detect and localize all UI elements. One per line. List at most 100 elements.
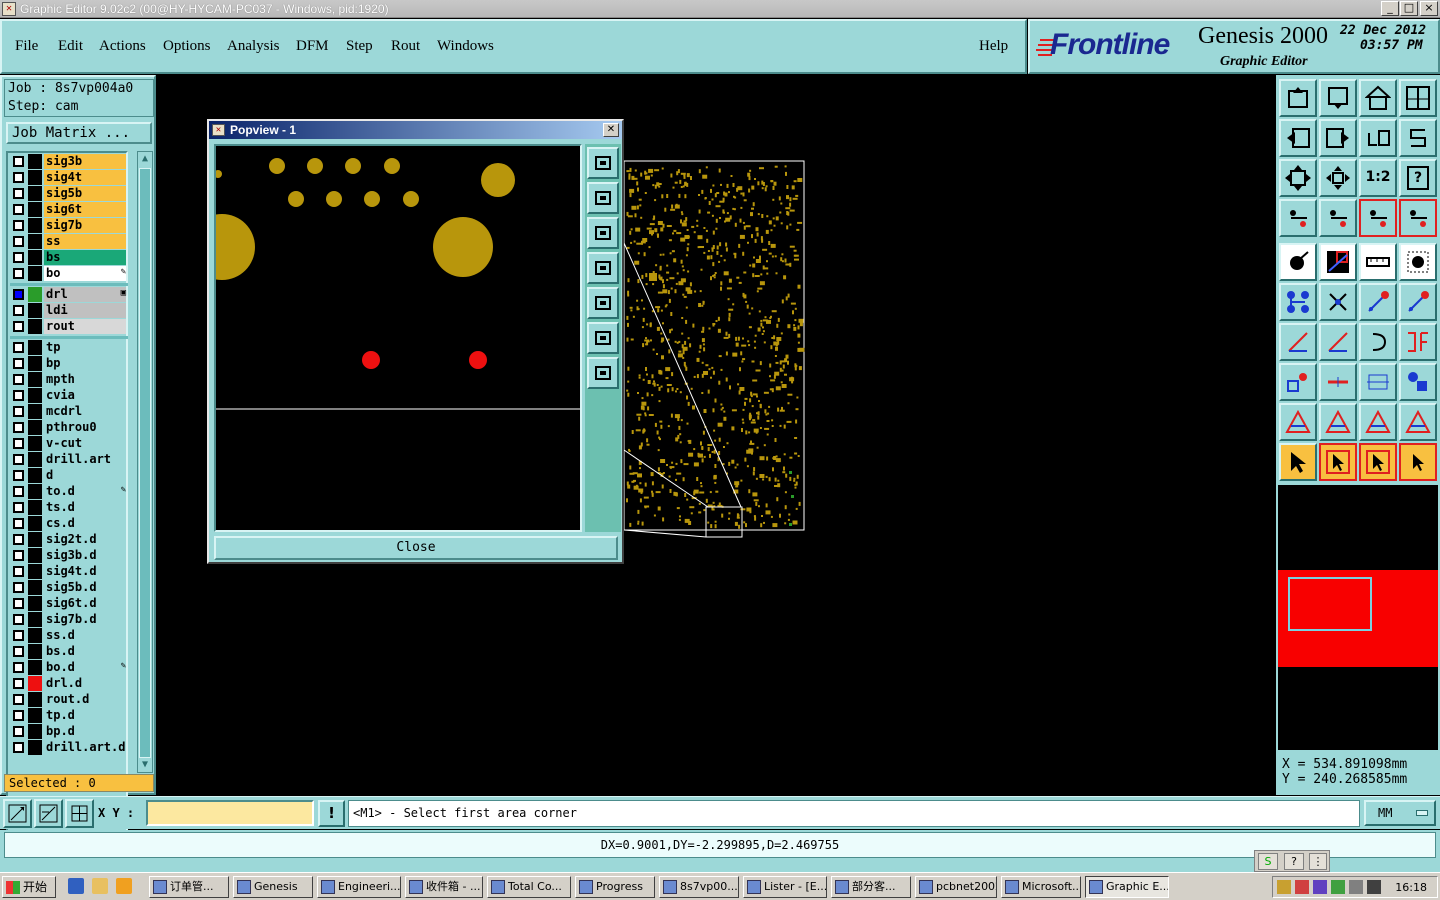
- start-button[interactable]: 开始: [2, 876, 56, 898]
- layer-row[interactable]: sig5b.d: [10, 580, 128, 595]
- layer-name[interactable]: sig5b: [44, 186, 126, 201]
- layer-checkbox[interactable]: [13, 220, 24, 231]
- pointer-box2-icon[interactable]: [1359, 443, 1397, 481]
- layer-affected-marker[interactable]: [28, 452, 42, 467]
- popview-arrow-right-icon[interactable]: [587, 287, 619, 319]
- layer-checkbox[interactable]: [13, 518, 24, 529]
- layer-name[interactable]: sig3b.d: [44, 548, 126, 563]
- layer-row[interactable]: ldi: [10, 303, 128, 318]
- taskbar-button[interactable]: 8s7vp00...: [659, 876, 739, 898]
- probe-icon[interactable]: [1319, 199, 1357, 237]
- layer-affected-marker[interactable]: [28, 218, 42, 233]
- layer-affected-marker[interactable]: [28, 564, 42, 579]
- warning-icon[interactable]: !: [318, 800, 345, 827]
- menu-analysis[interactable]: Analysis: [227, 38, 280, 55]
- layer-name[interactable]: cvia: [44, 388, 126, 403]
- layer-checkbox[interactable]: [13, 406, 24, 417]
- layer-name[interactable]: drill.art: [44, 452, 126, 467]
- rotate-icon[interactable]: [1359, 119, 1397, 157]
- layer-affected-marker[interactable]: [28, 628, 42, 643]
- layer-row[interactable]: pthrou0: [10, 420, 128, 435]
- layer-name[interactable]: bs.d: [44, 644, 126, 659]
- layer-row[interactable]: d: [10, 468, 128, 483]
- layer-affected-marker[interactable]: [28, 266, 42, 281]
- layer-row[interactable]: cvia: [10, 388, 128, 403]
- layer-name[interactable]: ss.d: [44, 628, 126, 643]
- layer-affected-marker[interactable]: [28, 692, 42, 707]
- layer-name[interactable]: rout.d: [44, 692, 126, 707]
- layer-checkbox[interactable]: [13, 646, 24, 657]
- layer-name[interactable]: mcdrl: [44, 404, 126, 419]
- layer-row[interactable]: sig7b: [10, 218, 128, 233]
- home-top-icon[interactable]: [1279, 79, 1317, 117]
- quicklaunch-desktop-icon[interactable]: [92, 878, 108, 894]
- ime-menu-icon[interactable]: ⋮: [1309, 853, 1327, 870]
- maximize-button[interactable]: □: [1400, 1, 1418, 16]
- layer-row[interactable]: bp.d: [10, 724, 128, 739]
- layer-name[interactable]: sig3b: [44, 154, 126, 169]
- popview-arrow-left-icon[interactable]: [587, 252, 619, 284]
- layer-checkbox[interactable]: [13, 582, 24, 593]
- help-icon[interactable]: ?: [1399, 159, 1437, 197]
- overview-map[interactable]: [1278, 485, 1438, 750]
- layer-affected-marker[interactable]: [28, 356, 42, 371]
- layer-row[interactable]: sig3b.d: [10, 548, 128, 563]
- layer-checkbox[interactable]: [13, 662, 24, 673]
- angle-icon[interactable]: [1279, 323, 1317, 361]
- layer-name[interactable]: pthrou0: [44, 420, 126, 435]
- layer-affected-marker[interactable]: [28, 484, 42, 499]
- layer-row[interactable]: sig5b: [10, 186, 128, 201]
- layer-checkbox[interactable]: [13, 289, 24, 300]
- layer-row[interactable]: rout: [10, 319, 128, 334]
- dimension-icon[interactable]: [1359, 363, 1397, 401]
- layer-checkbox[interactable]: [13, 694, 24, 705]
- popview-title-bar[interactable]: ✕ Popview - 1 ✕: [209, 121, 622, 139]
- layer-checkbox[interactable]: [13, 321, 24, 332]
- menu-edit[interactable]: Edit: [58, 38, 83, 55]
- layer-affected-marker[interactable]: [28, 724, 42, 739]
- scroll-thumb[interactable]: [139, 168, 151, 758]
- layer-checkbox[interactable]: [13, 438, 24, 449]
- layer-name[interactable]: to.d: [44, 484, 126, 499]
- layer-checkbox[interactable]: [13, 502, 24, 513]
- layer-row[interactable]: drl ▣: [10, 287, 128, 302]
- arc-icon[interactable]: [1359, 323, 1397, 361]
- layer-affected-marker[interactable]: [28, 234, 42, 249]
- zoom-fit-icon[interactable]: [1279, 159, 1317, 197]
- layer-row[interactable]: rout.d: [10, 692, 128, 707]
- menu-rout[interactable]: Rout: [391, 38, 420, 55]
- ruler-icon[interactable]: [1359, 243, 1397, 281]
- layer-affected-marker[interactable]: [28, 548, 42, 563]
- tray-icon[interactable]: [1313, 880, 1327, 894]
- layer-checkbox[interactable]: [13, 598, 24, 609]
- layer-row[interactable]: drl.d: [10, 676, 128, 691]
- home-down-icon[interactable]: [1319, 79, 1357, 117]
- layer-name[interactable]: sig4t: [44, 170, 126, 185]
- triangle-a-icon[interactable]: [1359, 403, 1397, 441]
- layer-checkbox[interactable]: [13, 422, 24, 433]
- layer-name[interactable]: sig6t: [44, 202, 126, 217]
- snake-icon[interactable]: [1399, 119, 1437, 157]
- layer-affected-marker[interactable]: [28, 612, 42, 627]
- layer-checkbox[interactable]: [13, 550, 24, 561]
- layer-affected-marker[interactable]: [28, 404, 42, 419]
- layer-checkbox[interactable]: [13, 614, 24, 625]
- taskbar-button[interactable]: Total Co...: [487, 876, 571, 898]
- ime-s-icon[interactable]: S: [1258, 853, 1278, 870]
- layer-checkbox[interactable]: [13, 678, 24, 689]
- tray-icon[interactable]: [1331, 880, 1345, 894]
- line-node-icon[interactable]: [1359, 283, 1397, 321]
- layer-affected-marker[interactable]: [28, 596, 42, 611]
- layer-checkbox[interactable]: [13, 454, 24, 465]
- layer-row[interactable]: bs.d: [10, 644, 128, 659]
- overview-viewport[interactable]: [1288, 577, 1372, 631]
- pointer-path-icon[interactable]: [1399, 443, 1437, 481]
- layer-row[interactable]: mcdrl: [10, 404, 128, 419]
- layer-row[interactable]: v-cut: [10, 436, 128, 451]
- layer-checkbox[interactable]: [13, 342, 24, 353]
- layer-affected-marker[interactable]: [28, 303, 42, 318]
- scroll-up-arrow-icon[interactable]: ▲: [140, 153, 150, 165]
- layer-row[interactable]: bs: [10, 250, 128, 265]
- layer-name[interactable]: sig7b: [44, 218, 126, 233]
- layer-name[interactable]: rout: [44, 319, 126, 334]
